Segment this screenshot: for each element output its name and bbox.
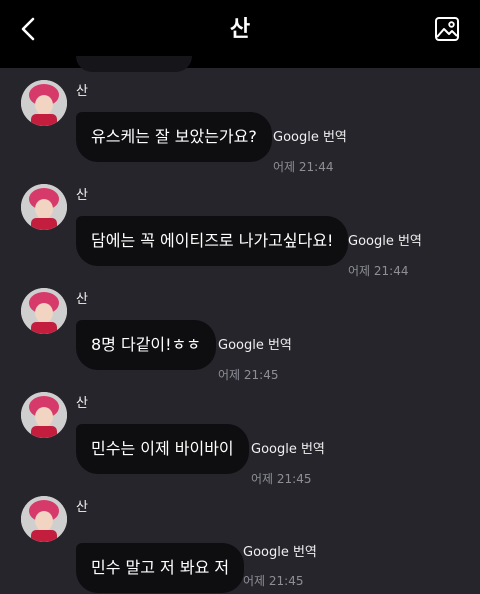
sender-name: 산 [76, 188, 88, 203]
avatar[interactable] [21, 496, 67, 542]
message-row: 산 담에는 꼭 에이티즈로 나가고싶다요! Google 번역 어제 21:44 [0, 172, 480, 278]
message-timestamp: 어제 21:45 [243, 574, 304, 588]
avatar[interactable] [21, 392, 67, 438]
message-row: 산 민수 말고 저 봐요 저 Google 번역 어제 21:45 [0, 484, 480, 594]
google-translate-link[interactable]: Google 번역 [273, 129, 347, 147]
message-row: 산 8명 다같이!ㅎㅎ Google 번역 어제 21:45 [0, 276, 480, 382]
message-bubble[interactable]: 유스케는 잘 보았는가요? [76, 112, 272, 162]
google-translate-link[interactable]: Google 번역 [251, 441, 325, 459]
avatar[interactable] [21, 184, 67, 230]
avatar[interactable] [21, 80, 67, 126]
sender-name: 산 [76, 292, 88, 307]
sender-name: 산 [76, 396, 88, 411]
google-translate-link[interactable]: Google 번역 [348, 233, 422, 251]
google-translate-link[interactable]: Google 번역 [243, 544, 317, 562]
chat-header: 산 [0, 0, 480, 68]
message-bubble[interactable]: 민수는 이제 바이바이 [76, 424, 249, 474]
image-gallery-icon[interactable] [433, 15, 461, 43]
sender-name: 산 [76, 84, 88, 99]
message-bubble[interactable]: 담에는 꼭 에이티즈로 나가고싶다요! [76, 216, 349, 266]
message-row: 산 민수는 이제 바이바이 Google 번역 어제 21:45 [0, 380, 480, 486]
message-bubble[interactable]: 민수 말고 저 봐요 저 [76, 543, 245, 593]
sender-name: 산 [76, 500, 88, 515]
message-bubble[interactable]: 8명 다같이!ㅎㅎ [76, 320, 216, 370]
avatar[interactable] [21, 288, 67, 334]
google-translate-link[interactable]: Google 번역 [218, 337, 292, 355]
message-row: 산 유스케는 잘 보았는가요? Google 번역 어제 21:44 [0, 68, 480, 174]
chat-title: 산 [229, 17, 251, 42]
